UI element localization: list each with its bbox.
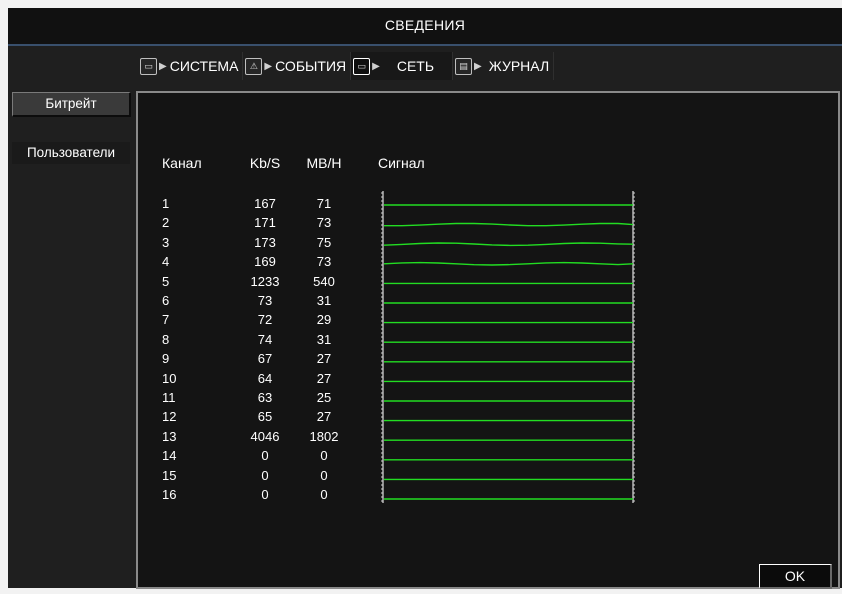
header-channel: Канал <box>162 155 202 171</box>
monitor-icon: ▭ <box>140 57 157 75</box>
channel-cell: 14 <box>162 448 177 464</box>
mbh-cell: 29 <box>316 312 332 328</box>
mbh-cell: 73 <box>316 215 332 231</box>
channel-cell: 9 <box>162 351 170 367</box>
log-icon: ▤ <box>455 57 473 75</box>
mbh-cell: 0 <box>320 487 328 502</box>
bitrate-panel: Канал Kb/S MB/H Сигнал 1 167 71 2 171 73 3 173 7… <box>136 91 840 589</box>
tab-events-label: СОБЫТИЯ <box>275 58 347 74</box>
kbs-cell: 173 <box>254 234 276 250</box>
tab-network[interactable]: ▭ ▶ СЕТЬ <box>351 52 454 80</box>
tab-log-label: ЖУРНАЛ <box>488 58 550 74</box>
kbs-cell: 169 <box>254 254 276 270</box>
tab-events[interactable]: ⚠ ▶ СОБЫТИЯ <box>243 52 352 80</box>
channel-cell: 10 <box>162 370 177 386</box>
channel-cell: 13 <box>162 428 177 444</box>
channel-cell: 6 <box>162 293 170 308</box>
signal-graph <box>381 191 635 503</box>
kbs-cell: 67 <box>257 351 273 367</box>
mbh-cell: 1802 <box>309 428 339 444</box>
kbs-cell: 74 <box>257 331 273 347</box>
play-arrow-icon: ▶ <box>372 60 380 72</box>
mbh-cell: 31 <box>316 293 332 308</box>
network-icon: ▭ <box>353 57 371 75</box>
kbs-cell: 171 <box>254 215 276 231</box>
screen-edge-top <box>0 0 842 8</box>
channel-cell: 2 <box>162 215 170 231</box>
kbs-cell: 0 <box>261 448 269 464</box>
mbh-cell: 27 <box>316 370 332 386</box>
header-kbs: Kb/S <box>249 155 281 171</box>
channel-cell: 1 <box>162 196 170 211</box>
mbh-cell: 0 <box>320 448 328 464</box>
kbs-cell: 4046 <box>250 428 280 444</box>
screen-edge-left <box>0 0 8 594</box>
kbs-cell: 1233 <box>250 273 280 289</box>
channel-cell: 15 <box>162 467 177 483</box>
kbs-cell: 64 <box>257 370 273 386</box>
mbh-cell: 71 <box>316 196 332 211</box>
play-arrow-icon: ▶ <box>159 60 167 72</box>
kbs-cell: 63 <box>257 390 273 405</box>
kbs-cell: 0 <box>261 487 269 502</box>
mbh-cell: 31 <box>316 331 332 347</box>
kbs-cell: 73 <box>257 293 273 308</box>
kbs-cell: 0 <box>261 467 269 483</box>
mbh-cell: 27 <box>316 409 332 425</box>
channel-cell: 11 <box>162 390 176 405</box>
channel-cell: 8 <box>162 331 170 347</box>
mbh-cell: 25 <box>316 390 332 405</box>
mbh-cell: 0 <box>320 467 328 483</box>
warning-icon: ⚠ <box>245 57 263 75</box>
tab-network-label: СЕТЬ <box>396 58 435 74</box>
signal-line-ch4 <box>383 261 634 266</box>
channel-cell: 12 <box>162 409 177 425</box>
info-window: СВЕДЕНИЯ ▭ ▶ СИСТЕМА ⚠ ▶ СОБЫТИЯ ▭ ▶ СЕТ… <box>8 8 842 589</box>
channel-cell: 16 <box>162 487 177 502</box>
play-arrow-icon: ▶ <box>474 60 482 72</box>
window-title: СВЕДЕНИЯ <box>8 8 842 46</box>
header-signal: Сигнал <box>378 155 425 171</box>
mbh-cell: 540 <box>313 273 335 289</box>
kbs-cell: 72 <box>257 312 273 328</box>
tab-log[interactable]: ▤ ▶ ЖУРНАЛ <box>453 52 555 80</box>
mbh-cell: 73 <box>316 254 332 270</box>
mbh-cell: 75 <box>316 234 332 250</box>
tab-system[interactable]: ▭ ▶ СИСТЕМА <box>138 52 244 80</box>
channel-cell: 7 <box>162 312 170 328</box>
signal-line-ch3 <box>383 242 634 247</box>
channel-cell: 3 <box>162 234 170 250</box>
kbs-cell: 65 <box>257 409 273 425</box>
mbh-cell: 27 <box>316 351 332 367</box>
sidebar-item-users[interactable]: Пользователи <box>12 142 130 164</box>
tab-bar: ▭ ▶ СИСТЕМА ⚠ ▶ СОБЫТИЯ ▭ ▶ СЕТЬ ▤ ▶ ЖУР… <box>138 50 555 82</box>
signal-line-ch2 <box>384 222 634 227</box>
sidebar-item-bitrate[interactable]: Битрейт <box>12 92 131 117</box>
ok-button[interactable]: OK <box>759 564 832 589</box>
kbs-cell: 167 <box>254 196 276 211</box>
channel-cell: 4 <box>162 254 170 270</box>
play-arrow-icon: ▶ <box>264 60 273 72</box>
tab-system-label: СИСТЕМА <box>169 58 239 74</box>
header-mbh: MB/H <box>306 155 342 171</box>
channel-cell: 5 <box>162 273 170 289</box>
